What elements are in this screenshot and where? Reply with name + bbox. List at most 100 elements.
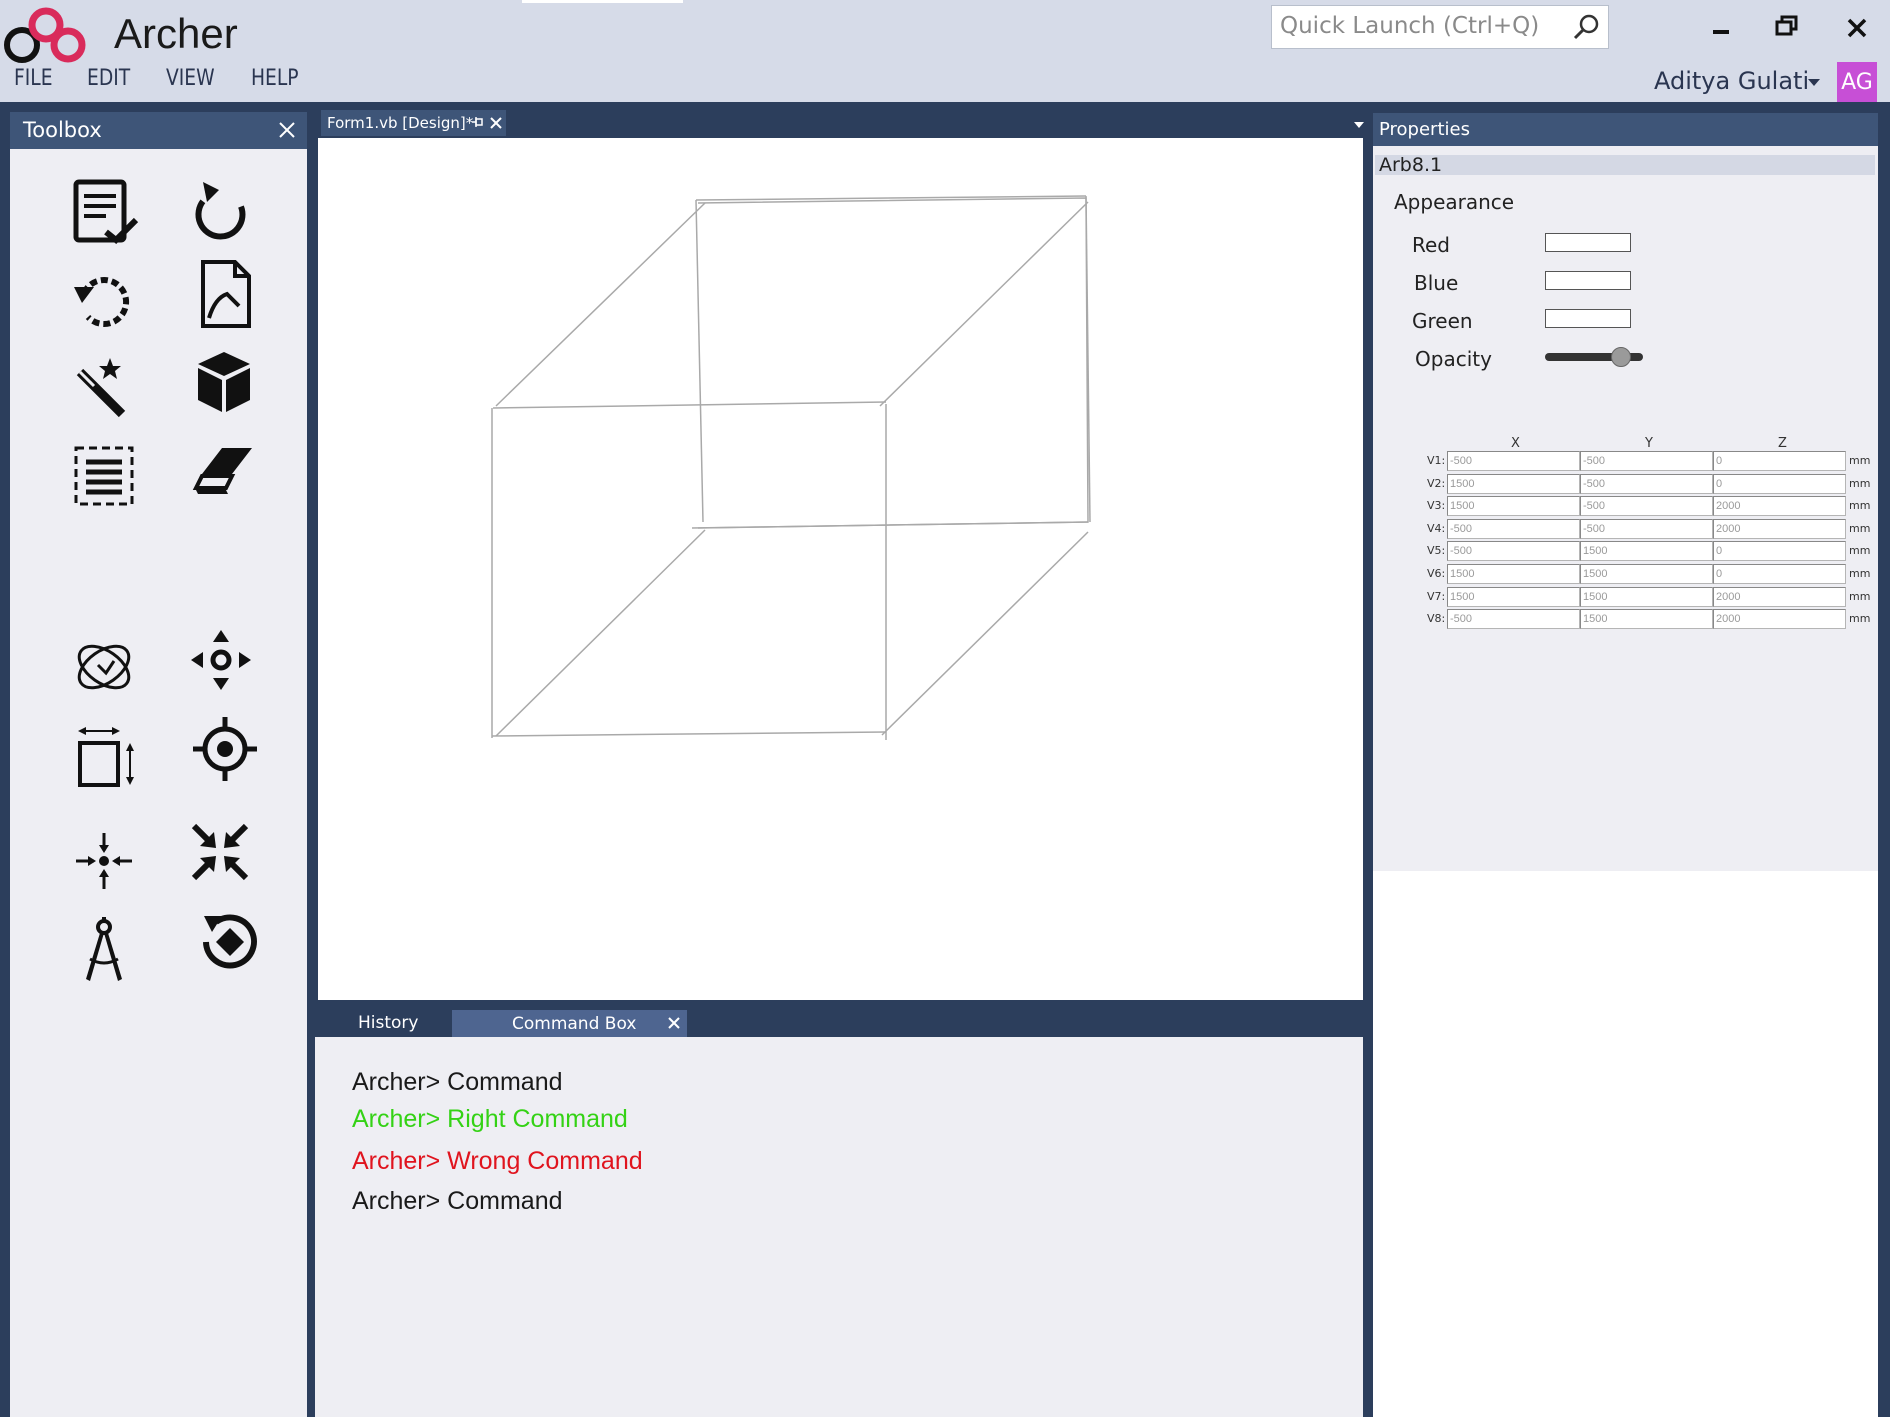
eraser-icon <box>192 448 252 494</box>
tool-rotate-point[interactable] <box>194 906 266 978</box>
tool-undo[interactable] <box>68 265 140 337</box>
menu-edit[interactable]: EDIT <box>87 66 154 91</box>
toolbox-panel: Toolbox <box>10 112 307 1417</box>
vertex-z-field[interactable]: 2000 <box>1713 587 1846 607</box>
close-icon[interactable] <box>489 116 503 130</box>
vertex-z-field[interactable]: 2000 <box>1713 519 1846 539</box>
vertex-x-field[interactable]: -500 <box>1447 519 1580 539</box>
tab-command-box-label: Command Box <box>512 1014 637 1034</box>
cube-icon <box>198 352 250 412</box>
quick-launch-box <box>1271 5 1609 49</box>
toolbox-title: Toolbox <box>23 118 102 142</box>
vertex-x-field[interactable]: 1500 <box>1447 587 1580 607</box>
tool-eraser[interactable] <box>188 434 260 506</box>
tool-magic-wand[interactable] <box>68 352 140 424</box>
vertex-x-field[interactable]: -500 <box>1447 541 1580 561</box>
green-field[interactable] <box>1545 309 1631 328</box>
pin-icon[interactable] <box>471 116 483 128</box>
vertex-label: V6: <box>1427 567 1446 580</box>
vertex-z-field[interactable]: 0 <box>1713 451 1846 471</box>
vertex-y-field[interactable]: -500 <box>1580 519 1713 539</box>
restore-button[interactable] <box>1765 8 1809 48</box>
tool-move[interactable] <box>185 624 257 696</box>
magic-wand-icon <box>76 358 126 418</box>
opacity-label: Opacity <box>1415 347 1492 371</box>
vertex-y-field[interactable]: -500 <box>1580 474 1713 494</box>
tool-center[interactable] <box>68 825 140 897</box>
bottom-tabstrip: History Command Box <box>313 1000 1373 1037</box>
vertex-label: V7: <box>1427 590 1446 603</box>
tool-target[interactable] <box>189 713 261 785</box>
tool-compass[interactable] <box>68 913 140 985</box>
tab-history[interactable]: History <box>318 1010 453 1037</box>
tool-checklist[interactable] <box>68 176 140 248</box>
vertex-x-field[interactable]: -500 <box>1447 451 1580 471</box>
vertex-z-field[interactable]: 0 <box>1713 541 1846 561</box>
vertex-x-field[interactable]: 1500 <box>1447 564 1580 584</box>
vertex-z-field[interactable]: 2000 <box>1713 496 1846 516</box>
tool-resize[interactable] <box>72 721 144 793</box>
user-name[interactable]: Aditya Gulati <box>1654 67 1809 95</box>
blue-label: Blue <box>1414 271 1459 295</box>
unit-label: mm <box>1849 522 1871 535</box>
vertex-x-field[interactable]: -500 <box>1447 609 1580 629</box>
vertex-x-field[interactable]: 1500 <box>1447 474 1580 494</box>
menu-file[interactable]: FILE <box>14 66 76 91</box>
opacity-slider-thumb[interactable] <box>1611 347 1631 367</box>
vertex-z-field[interactable]: 0 <box>1713 564 1846 584</box>
app-title: Archer <box>114 10 238 57</box>
archer-logo-icon <box>4 7 86 63</box>
chevron-down-icon[interactable] <box>1353 121 1365 129</box>
vertex-label: V8: <box>1427 612 1446 625</box>
properties-body: Arb8.1 Appearance Red Blue Green Opacity… <box>1373 146 1878 871</box>
vertex-label: V4: <box>1427 522 1446 535</box>
vertex-z-field[interactable]: 2000 <box>1713 609 1846 629</box>
design-canvas[interactable] <box>318 138 1363 1000</box>
vertex-y-field[interactable]: 1500 <box>1580 587 1713 607</box>
close-window-button[interactable] <box>1835 8 1879 48</box>
vertex-y-field[interactable]: 1500 <box>1580 541 1713 561</box>
tool-redo[interactable] <box>185 176 257 248</box>
title-bar: Archer FILE EDIT VIEW HELP Aditya Gulati… <box>0 0 1890 102</box>
undo-icon <box>74 277 130 327</box>
unit-label: mm <box>1849 477 1871 490</box>
selected-object-name[interactable]: Arb8.1 <box>1375 155 1875 175</box>
minimize-button[interactable] <box>1699 8 1743 48</box>
tool-cube[interactable] <box>188 346 260 418</box>
vertex-y-field[interactable]: -500 <box>1580 451 1713 471</box>
tab-command-box[interactable]: Command Box <box>452 1010 687 1037</box>
properties-header: Properties <box>1373 113 1878 146</box>
menu-help[interactable]: HELP <box>251 66 322 91</box>
tool-orbit[interactable] <box>68 631 140 703</box>
console-line: Archer> Wrong Command <box>352 1147 643 1175</box>
red-field[interactable] <box>1545 233 1631 252</box>
vertex-x-field[interactable]: 1500 <box>1447 496 1580 516</box>
document-tabstrip: Form1.vb [Design]* <box>313 103 1368 136</box>
vertex-header-x: X <box>1511 436 1520 451</box>
vertex-header-y: Y <box>1645 436 1653 451</box>
menu-view[interactable]: VIEW <box>166 66 238 91</box>
avatar[interactable]: AG <box>1837 62 1877 102</box>
toolbox-header: Toolbox <box>10 112 307 149</box>
tool-select-lines[interactable] <box>68 440 140 512</box>
move-icon <box>191 630 251 690</box>
blue-field[interactable] <box>1545 271 1631 290</box>
chevron-down-icon[interactable] <box>1807 78 1821 88</box>
close-icon[interactable] <box>667 1016 681 1030</box>
search-icon[interactable] <box>1572 13 1600 41</box>
tool-edit-document[interactable] <box>189 258 261 330</box>
quick-launch-input[interactable] <box>1272 6 1562 46</box>
vertex-label: V5: <box>1427 544 1446 557</box>
command-console[interactable]: Archer> Command Archer> Right Command Ar… <box>315 1037 1363 1417</box>
tool-compress[interactable] <box>184 816 256 888</box>
vertex-y-field[interactable]: 1500 <box>1580 609 1713 629</box>
vertex-y-field[interactable]: 1500 <box>1580 564 1713 584</box>
compass-icon <box>86 917 122 981</box>
console-line: Archer> Command <box>352 1068 563 1096</box>
orbit-icon <box>77 644 131 690</box>
tab-form1-design[interactable]: Form1.vb [Design]* <box>321 110 506 136</box>
vertex-label: V3: <box>1427 499 1446 512</box>
vertex-y-field[interactable]: -500 <box>1580 496 1713 516</box>
close-icon[interactable] <box>277 120 297 140</box>
vertex-z-field[interactable]: 0 <box>1713 474 1846 494</box>
